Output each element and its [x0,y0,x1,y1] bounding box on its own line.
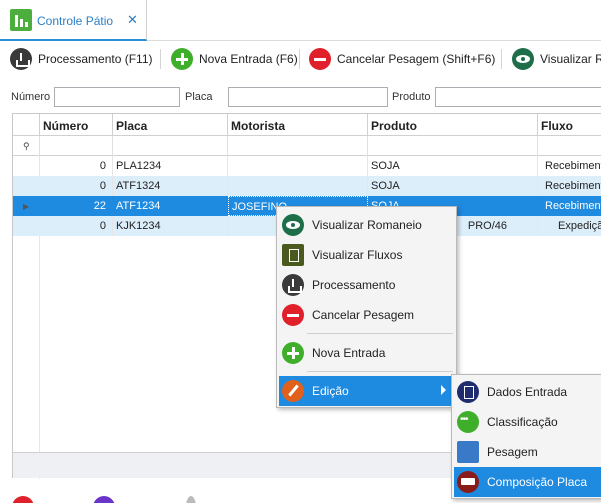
grid-header: Número Placa Motorista Produto Fluxo [13,114,601,136]
cell-motorista [228,176,368,196]
toolbar: Processamento (F11) Nova Entrada (F6) Ca… [0,43,601,76]
dots-icon [457,411,479,433]
cell-produto: SOJA [368,176,538,196]
cell-numero: 0 [40,176,113,196]
menu-item-composicao-placa[interactable]: Composição Placa [454,467,601,497]
cancel-icon[interactable] [12,496,34,503]
cell-fluxo: Recebiment [545,160,601,172]
cell-placa: KJK1234 [113,216,228,236]
menu-item-dados-entrada[interactable]: Dados Entrada [454,377,601,407]
menu-item-nova-entrada[interactable]: Nova Entrada [279,338,454,368]
app-window: Controle Pátio ✕ Processamento (F11) Nov… [0,0,601,503]
submenu-edicao: Dados Entrada Classificação Pesagem Comp… [451,374,601,499]
indicator-header [13,114,40,136]
upload-icon [282,274,304,296]
filter-bar: Número Placa Produto [0,86,601,108]
cell-produto: SOJA [368,156,538,176]
cell-numero: 0 [40,156,113,176]
close-icon[interactable]: ✕ [127,12,138,28]
menu-item-label: Dados Entrada [487,385,568,399]
menu-item-label: Visualizar Fluxos [312,248,403,262]
menu-item-label: Nova Entrada [312,346,386,360]
column-fluxo[interactable]: Fluxo [538,114,601,136]
cell-placa: ATF1234 [113,196,228,216]
eye-icon [512,48,534,70]
cell-numero: 0 [40,216,113,236]
column-motorista[interactable]: Motorista [228,114,368,136]
produto-input[interactable] [435,87,601,107]
tab-title: Controle Pátio [37,14,114,28]
plus-icon [282,342,304,364]
bar-chart-icon [10,9,32,31]
placa-label: Placa [185,91,213,103]
numero-input[interactable] [54,87,180,107]
cell-numero: 22 [40,196,113,216]
produto-label: Produto [392,91,431,103]
menu-item-pesagem[interactable]: Pesagem [454,437,601,467]
menu-item-label: Composição Placa [487,475,588,489]
context-menu: Visualizar Romaneio Visualizar Fluxos Pr… [276,206,457,408]
cell-fluxo: Recebiment [545,180,601,192]
scale-icon [457,441,479,463]
menu-item-visualizar-romaneio[interactable]: Visualizar Romaneio [279,210,454,240]
table-row[interactable]: 0 ATF1324 SOJA Recebiment [13,176,601,196]
menu-separator [307,333,453,334]
upload-icon [10,48,32,70]
action-icon[interactable] [186,496,196,503]
menu-item-label: Processamento [312,278,396,292]
cancel-icon [282,304,304,326]
processamento-button[interactable]: Processamento (F11) [10,46,153,72]
cell-fluxo: Recebiment [545,200,601,212]
submenu-arrow-icon [441,385,446,395]
toolbar-divider [299,49,300,69]
cancelar-pesagem-button[interactable]: Cancelar Pesagem (Shift+F6) [309,46,495,72]
menu-item-classificacao[interactable]: Classificação [454,407,601,437]
column-produto[interactable]: Produto [368,114,538,136]
menu-item-edicao[interactable]: Edição [279,376,454,406]
toolbar-divider [160,49,161,69]
plus-icon [171,48,193,70]
column-placa[interactable]: Placa [113,114,228,136]
menu-item-label: Edição [312,384,349,398]
nova-entrada-button[interactable]: Nova Entrada (F6) [171,46,298,72]
cancel-icon [309,48,331,70]
eye-icon [282,214,304,236]
menu-item-cancelar-pesagem[interactable]: Cancelar Pesagem [279,300,454,330]
column-numero[interactable]: Número [40,114,113,136]
menu-item-label: Pesagem [487,445,538,459]
toolbar-divider [501,49,502,69]
menu-item-label: Classificação [487,415,558,429]
placa-input[interactable] [228,87,388,107]
processamento-label: Processamento (F11) [38,52,153,66]
visualizar-romaneio-button[interactable]: Visualizar Ro [512,46,601,72]
cancelar-pesagem-label: Cancelar Pesagem (Shift+F6) [337,52,496,66]
nova-entrada-label: Nova Entrada (F6) [199,52,298,66]
edit-document-icon [457,381,479,403]
pencil-icon [282,380,304,402]
table-row[interactable]: 0 PLA1234 SOJA Recebiment [13,156,601,176]
grid-filter-row[interactable] [13,136,601,156]
cell-motorista [228,156,368,176]
truck-icon [457,471,479,493]
menu-item-visualizar-fluxos[interactable]: Visualizar Fluxos [279,240,454,270]
action-icon[interactable] [93,496,115,503]
menu-item-label: Visualizar Romaneio [312,218,422,232]
cell-placa: ATF1324 [113,176,228,196]
menu-separator [307,371,453,372]
cell-fluxo: Expediçã [558,220,601,232]
tab-strip: Controle Pátio ✕ [0,0,601,41]
current-row-indicator-icon: ▶ [23,202,30,211]
visualizar-label: Visualizar Ro [540,52,601,66]
menu-item-label: Cancelar Pesagem [312,308,415,322]
numero-label: Número [11,91,51,103]
filter-pin-icon: ⚲ [23,141,30,151]
menu-item-processamento[interactable]: Processamento [279,270,454,300]
cell-placa: PLA1234 [113,156,228,176]
tab-controle-patio[interactable]: Controle Pátio ✕ [0,0,147,41]
document-icon [282,244,304,266]
